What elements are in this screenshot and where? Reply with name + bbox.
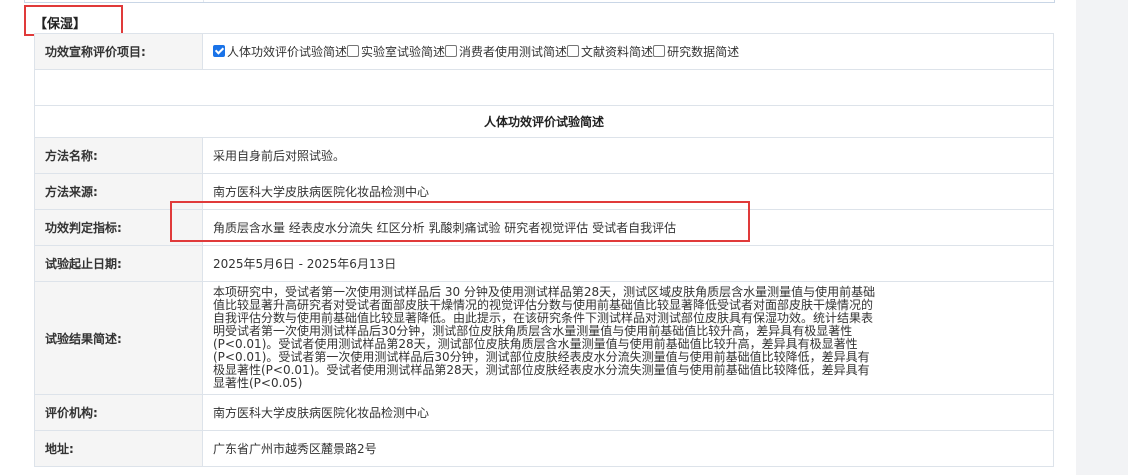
claim-option-lab-test[interactable]: 实验室试验简述	[347, 43, 445, 60]
subsection-title: 人体功效评价试验简述	[34, 105, 1054, 138]
checkbox-icon[interactable]	[653, 45, 666, 58]
institution-label: 评价机构:	[34, 394, 203, 431]
efficacy-table: 功效宣称评价项目: 人体功效评价试验简述 实验室试验简述 消费者使用测试简述 文献资料…	[34, 33, 1054, 467]
claim-option-research-data[interactable]: 研究数据简述	[653, 43, 739, 60]
dates-label: 试验起止日期:	[34, 245, 203, 282]
table-row: 功效宣称评价项目: 人体功效评价试验简述 实验室试验简述 消费者使用测试简述 文献资料…	[34, 33, 1054, 70]
table-row: 人体功效评价试验简述	[34, 105, 1054, 138]
address-value: 广东省广州市越秀区麓景路2号	[202, 430, 1054, 467]
dates-value: 2025年5月6日 - 2025年6月13日	[202, 245, 1054, 282]
table-row: 试验起止日期: 2025年5月6日 - 2025年6月13日	[34, 245, 1054, 282]
claims-options: 人体功效评价试验简述 实验室试验简述 消费者使用测试简述 文献资料简述 研究数据简述	[202, 33, 1054, 70]
table-row	[34, 69, 1054, 106]
table-row: 地址: 广东省广州市越秀区麓景路2号	[34, 430, 1054, 467]
table-row: 试验结果简述: 本项研究中，受试者第一次使用测试样品后 30 分钟及使用测试样品…	[34, 281, 1054, 395]
checkbox-icon[interactable]	[567, 45, 580, 58]
page-gutter	[1076, 0, 1128, 475]
highlight-box-indicators	[170, 201, 750, 242]
table-row: 评价机构: 南方医科大学皮肤病医院化妆品检测中心	[34, 394, 1054, 431]
method-name-label: 方法名称:	[34, 137, 203, 174]
table-row: 方法名称: 采用自身前后对照试验。	[34, 137, 1054, 174]
blank-row	[34, 69, 1054, 106]
claim-option-consumer-test[interactable]: 消费者使用测试简述	[445, 43, 567, 60]
claims-label: 功效宣称评价项目:	[34, 33, 203, 70]
checkbox-icon[interactable]	[445, 45, 458, 58]
results-label: 试验结果简述:	[34, 281, 203, 395]
institution-value: 南方医科大学皮肤病医院化妆品检测中心	[202, 394, 1054, 431]
checkbox-icon[interactable]	[347, 45, 360, 58]
results-cell: 本项研究中，受试者第一次使用测试样品后 30 分钟及使用测试样品第28天，测试区…	[202, 281, 1054, 395]
claim-option-literature[interactable]: 文献资料简述	[567, 43, 653, 60]
previous-table-edge	[24, 0, 1055, 3]
highlight-box-title	[24, 5, 123, 36]
method-name-value: 采用自身前后对照试验。	[202, 137, 1054, 174]
results-value: 本项研究中，受试者第一次使用测试样品后 30 分钟及使用测试样品第28天，测试区…	[213, 285, 876, 390]
address-label: 地址:	[34, 430, 203, 467]
claim-option-human-trial[interactable]: 人体功效评价试验简述	[213, 43, 347, 60]
checkbox-checked-icon[interactable]	[213, 45, 225, 58]
